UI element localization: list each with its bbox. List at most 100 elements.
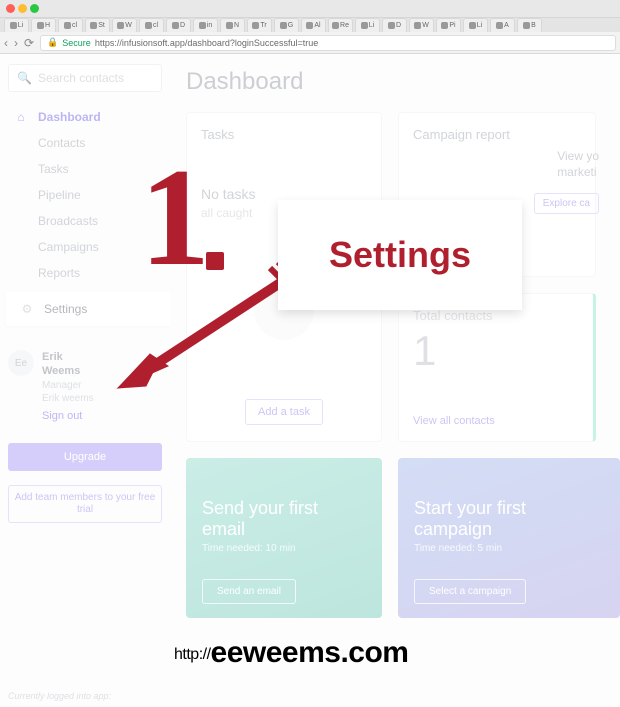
- explore-campaigns-button[interactable]: Explore ca: [534, 193, 599, 214]
- browser-tab-label: St: [98, 22, 105, 29]
- browser-tab-label: N: [234, 22, 239, 29]
- browser-tab-label: cl: [72, 22, 77, 29]
- browser-tab[interactable]: A: [490, 18, 515, 32]
- sidebar-item-label: Pipeline: [38, 188, 81, 202]
- favicon-icon: [361, 22, 368, 29]
- add-task-button[interactable]: Add a task: [245, 399, 323, 425]
- home-icon: ⌂: [14, 110, 28, 124]
- browser-tab[interactable]: G: [274, 18, 299, 32]
- browser-tab[interactable]: Li: [4, 18, 29, 32]
- gear-icon: ⚙: [20, 302, 34, 316]
- cta-campaign-card[interactable]: Start your first campaign Time needed: 5…: [398, 458, 620, 618]
- browser-tab[interactable]: Tr: [247, 18, 272, 32]
- cta-email-button[interactable]: Send an email: [202, 579, 296, 604]
- cta-campaign-time: Time needed: 5 min: [414, 543, 604, 554]
- browser-tab[interactable]: B: [517, 18, 542, 32]
- user-email: Erik weems: [42, 392, 94, 405]
- cta-row: Send your first email Time needed: 10 mi…: [186, 458, 620, 618]
- reload-button[interactable]: ⟳: [24, 36, 34, 50]
- browser-tab-label: D: [396, 22, 401, 29]
- window-controls: [0, 0, 620, 18]
- favicon-icon: [10, 22, 17, 29]
- browser-tab[interactable]: W: [112, 18, 137, 32]
- search-input[interactable]: 🔍 Search contacts: [8, 64, 162, 92]
- favicon-icon: [280, 22, 287, 29]
- browser-tab-label: B: [531, 22, 536, 29]
- browser-tab[interactable]: cl: [58, 18, 83, 32]
- sidebar-item-label: Reports: [38, 266, 80, 280]
- logged-into-label: Currently logged into app:: [8, 691, 162, 701]
- sidebar-item-label: Campaigns: [38, 240, 99, 254]
- favicon-icon: [90, 22, 97, 29]
- sidebar-item-label: Settings: [44, 302, 87, 316]
- favicon-icon: [414, 22, 421, 29]
- tasks-headline: No tasks: [201, 186, 367, 202]
- user-name-last: Weems: [42, 364, 94, 378]
- browser-tab[interactable]: St: [85, 18, 110, 32]
- total-contacts-value: 1: [413, 327, 579, 375]
- browser-tab[interactable]: D: [382, 18, 407, 32]
- browser-tab-label: Li: [18, 22, 23, 29]
- tasks-card: Tasks No tasks all caught Add a task: [186, 112, 382, 442]
- sidebar-item-broadcasts[interactable]: Broadcasts: [14, 214, 162, 228]
- browser-tab[interactable]: N: [220, 18, 245, 32]
- browser-tab[interactable]: in: [193, 18, 218, 32]
- browser-tab-label: D: [180, 22, 185, 29]
- minimize-window-icon[interactable]: [18, 4, 27, 13]
- browser-tab-label: H: [45, 22, 50, 29]
- favicon-icon: [523, 22, 530, 29]
- avatar[interactable]: Ee: [8, 350, 34, 376]
- browser-tab[interactable]: Li: [355, 18, 380, 32]
- favicon-icon: [469, 22, 476, 29]
- browser-tab[interactable]: Re: [328, 18, 353, 32]
- browser-tabs: LiHclStWclDinNTrGAlReLiDWPiLiAB: [0, 18, 620, 32]
- right-column: Campaign report View yo marketi Explore …: [398, 112, 596, 442]
- campaign-report-title: Campaign report: [413, 127, 581, 142]
- browser-tab[interactable]: Pi: [436, 18, 461, 32]
- browser-tab-label: Li: [477, 22, 482, 29]
- browser-tab[interactable]: cl: [139, 18, 164, 32]
- favicon-icon: [496, 22, 503, 29]
- cta-email-card[interactable]: Send your first email Time needed: 10 mi…: [186, 458, 382, 618]
- page-title: Dashboard: [186, 68, 620, 96]
- view-all-contacts-link[interactable]: View all contacts: [413, 415, 579, 427]
- address-bar[interactable]: 🔒 Secure https://infusionsoft.app/dashbo…: [40, 35, 616, 51]
- browser-tab[interactable]: W: [409, 18, 434, 32]
- add-team-button[interactable]: Add team members to your free trial: [8, 485, 162, 523]
- upgrade-button[interactable]: Upgrade: [8, 443, 162, 471]
- sidebar-item-pipeline[interactable]: Pipeline: [14, 188, 162, 202]
- browser-tab-label: Li: [369, 22, 374, 29]
- sidebar-item-reports[interactable]: Reports: [14, 266, 162, 280]
- browser-tab-label: cl: [153, 22, 158, 29]
- favicon-icon: [37, 22, 44, 29]
- browser-tab[interactable]: Al: [301, 18, 326, 32]
- browser-tab-label: in: [207, 22, 212, 29]
- sidebar-item-settings[interactable]: ⚙ Settings: [6, 292, 170, 326]
- cta-campaign-button[interactable]: Select a campaign: [414, 579, 526, 604]
- back-button[interactable]: ‹: [4, 36, 8, 50]
- cup-icon: [254, 280, 314, 340]
- sidebar-nav: ⌂ Dashboard Contacts Tasks Pipeline Broa…: [8, 110, 162, 326]
- tasks-illustration: [201, 220, 367, 399]
- sidebar-item-campaigns[interactable]: Campaigns: [14, 240, 162, 254]
- lock-icon: 🔒: [47, 37, 58, 48]
- sidebar-item-tasks[interactable]: Tasks: [14, 162, 162, 176]
- favicon-icon: [306, 22, 313, 29]
- search-placeholder: Search contacts: [38, 71, 124, 85]
- browser-tab-label: Al: [314, 22, 320, 29]
- sidebar-item-dashboard[interactable]: ⌂ Dashboard: [14, 110, 162, 124]
- signout-link[interactable]: Sign out: [42, 409, 94, 423]
- cta-email-time: Time needed: 10 min: [202, 543, 366, 554]
- browser-tab[interactable]: H: [31, 18, 56, 32]
- sidebar-item-contacts[interactable]: Contacts: [14, 136, 162, 150]
- secure-label: Secure: [62, 38, 91, 48]
- zoom-window-icon[interactable]: [30, 4, 39, 13]
- close-window-icon[interactable]: [6, 4, 15, 13]
- forward-button[interactable]: ›: [14, 36, 18, 50]
- sidebar-item-label: Contacts: [38, 136, 85, 150]
- campaign-report-text: View yo marketi: [557, 149, 599, 180]
- tasks-sub: all caught: [201, 206, 367, 220]
- browser-tab[interactable]: D: [166, 18, 191, 32]
- favicon-icon: [117, 22, 124, 29]
- browser-tab[interactable]: Li: [463, 18, 488, 32]
